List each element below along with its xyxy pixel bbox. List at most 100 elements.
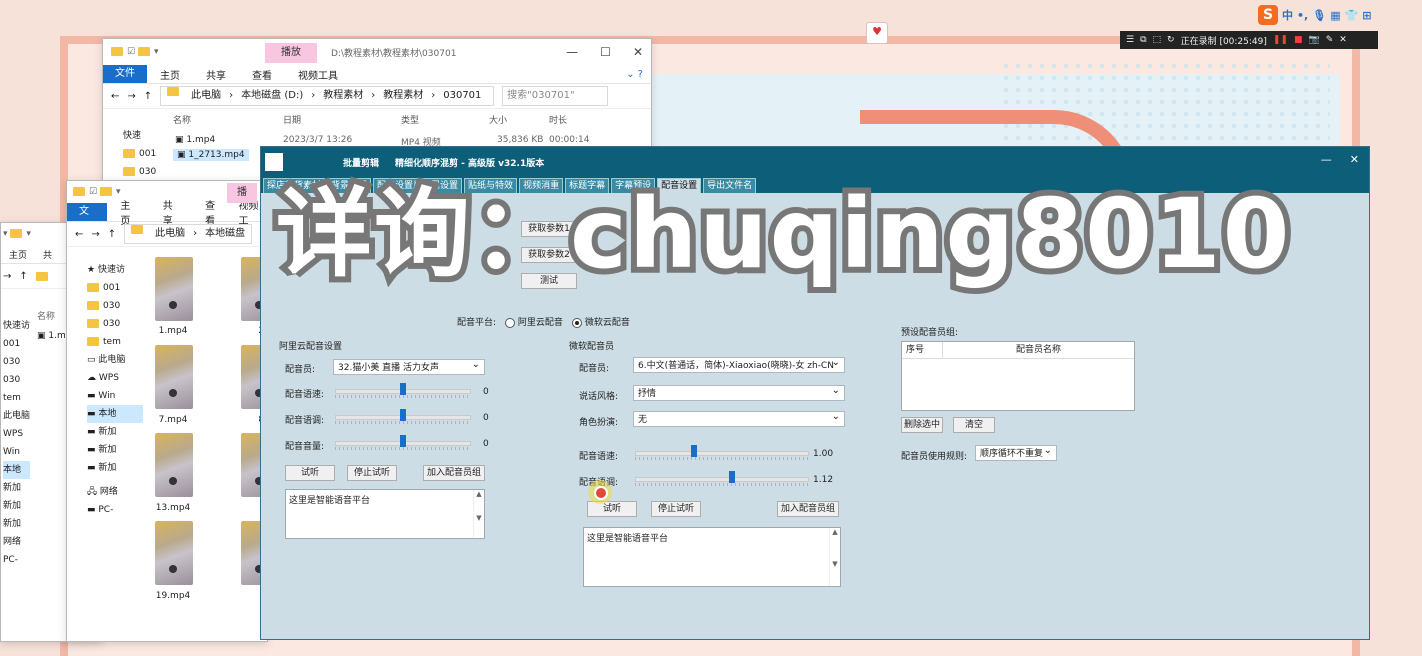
aliyun-speed-slider[interactable] xyxy=(335,383,471,399)
pause-icon[interactable]: ❚❚ xyxy=(1273,35,1288,45)
crumb[interactable]: 030701 xyxy=(443,87,481,105)
nav-item[interactable]: 001 xyxy=(123,145,156,163)
tab-share[interactable]: 共享 xyxy=(193,67,239,82)
search-input[interactable]: 搜索"030701" xyxy=(502,86,609,106)
video-thumbnail[interactable] xyxy=(155,345,193,409)
thumb-label[interactable]: 1.mp4 xyxy=(143,326,203,336)
ms-pitch-slider[interactable] xyxy=(635,471,809,487)
video-thumbnail[interactable] xyxy=(155,521,193,585)
camera-icon[interactable]: 📷 xyxy=(1309,35,1320,45)
preset-grid[interactable]: 序号 配音员名称 xyxy=(901,341,1135,411)
aliyun-pitch-slider[interactable] xyxy=(335,409,471,425)
scrollbar[interactable]: ▲ ▼ xyxy=(473,490,484,538)
file-name[interactable]: ▣ 1.mp4 xyxy=(175,135,215,145)
nav-item[interactable]: 030 xyxy=(87,297,143,315)
tab-file[interactable]: 文件 xyxy=(103,65,147,83)
nav-item[interactable]: 快速访 xyxy=(3,317,30,335)
radio-aliyun[interactable] xyxy=(504,317,515,328)
nav-item[interactable]: 030 xyxy=(87,315,143,333)
video-thumbnail[interactable] xyxy=(155,433,193,497)
sogou-icon[interactable]: S xyxy=(1258,5,1278,25)
nav-item[interactable]: 001 xyxy=(3,335,30,353)
up-icon[interactable]: ↑ xyxy=(19,271,27,282)
tab-video-tools[interactable]: 视频工具 xyxy=(285,67,351,82)
ctx-tab-play[interactable]: 播放 xyxy=(265,43,317,63)
nav-item[interactable]: 001 xyxy=(87,279,143,297)
nav-item[interactable]: 030 xyxy=(3,371,30,389)
ms-add-group-button[interactable]: 加入配音员组 xyxy=(777,501,839,517)
nav-item[interactable]: 030 xyxy=(123,163,156,181)
nav-item[interactable]: tem xyxy=(87,333,143,351)
crumb[interactable]: 此电脑 xyxy=(191,87,221,105)
crumb[interactable]: 教程素材 xyxy=(383,87,423,105)
ime-toolbar[interactable]: S 中 •, 🎙 ▦ 👕 ⊞ xyxy=(1258,4,1394,26)
nav-item[interactable]: ☁ WPS xyxy=(87,369,143,387)
nav-item[interactable]: 🖧 网络 xyxy=(87,483,143,501)
tab-share[interactable]: 共 xyxy=(35,248,60,261)
skin-icon[interactable]: 👕 xyxy=(1345,9,1359,22)
ms-stop-button[interactable]: 停止试听 xyxy=(651,501,701,517)
window-icon[interactable]: ⧉ xyxy=(1140,35,1146,45)
nav-item[interactable]: 快速 xyxy=(123,127,156,145)
col-index[interactable]: 序号 xyxy=(902,342,943,358)
aliyun-listen-button[interactable]: 试听 xyxy=(285,465,335,481)
aliyun-volume-slider[interactable] xyxy=(335,435,471,451)
delete-selected-button[interactable]: 删除选中 xyxy=(901,417,943,433)
ms-speed-slider[interactable] xyxy=(635,445,809,461)
refresh-icon[interactable]: ↻ xyxy=(1167,35,1175,45)
ctx-tab-play[interactable]: 播 xyxy=(227,183,257,203)
radio-ms[interactable] xyxy=(571,317,582,328)
col-duration[interactable]: 时长 xyxy=(549,113,567,126)
rule-select[interactable]: 顺序循环不重复 xyxy=(975,445,1057,461)
stop-icon[interactable]: ■ xyxy=(1294,35,1303,45)
crumb[interactable]: 本地磁盘 (D:) xyxy=(241,87,303,105)
nav-item[interactable]: ▬ 新加 xyxy=(87,423,143,441)
nav-item[interactable]: 新加 xyxy=(3,479,30,497)
nav-item[interactable]: 030 xyxy=(3,353,30,371)
minimize-icon[interactable]: — xyxy=(566,45,578,59)
nav-item[interactable]: ▬ Win xyxy=(87,387,143,405)
nav-item[interactable]: ▬ 新加 xyxy=(87,441,143,459)
col-size[interactable]: 大小 xyxy=(489,113,507,126)
nav-item[interactable]: Win xyxy=(3,443,30,461)
back-icon[interactable]: ← xyxy=(111,91,119,102)
shirt-icon[interactable]: ♥ xyxy=(866,22,888,44)
close-icon[interactable]: ✕ xyxy=(633,45,643,59)
nav-item[interactable]: ▬ PC- xyxy=(87,501,143,519)
forward-icon[interactable]: → xyxy=(91,229,99,240)
up-icon[interactable]: ↑ xyxy=(108,229,116,240)
aliyun-voice-select[interactable]: 32.猫小美 直播 活力女声 xyxy=(333,359,485,375)
nav-item[interactable]: ▭ 此电脑 xyxy=(87,351,143,369)
scrollbar[interactable]: ▲ ▼ xyxy=(829,528,840,586)
thumb-label[interactable]: 13.mp4 xyxy=(143,503,203,513)
mic-icon[interactable]: 🎙 xyxy=(1312,9,1326,22)
crumb[interactable]: 教程素材 xyxy=(323,87,363,105)
menu-icon[interactable]: ☰ xyxy=(1126,35,1134,45)
col-date[interactable]: 日期 xyxy=(283,113,301,126)
close-icon[interactable]: ✕ xyxy=(1350,153,1359,166)
nav-item[interactable]: 新加 xyxy=(3,497,30,515)
tab-view[interactable]: 查看 xyxy=(239,67,285,82)
nav-item[interactable]: ▬ 本地 xyxy=(87,405,143,423)
back-icon[interactable]: ← xyxy=(75,229,83,240)
region-icon[interactable]: ⬚ xyxy=(1153,35,1162,45)
col-voice-name[interactable]: 配音员名称 xyxy=(943,342,1134,358)
aliyun-stop-button[interactable]: 停止试听 xyxy=(347,465,397,481)
radio-ms-label[interactable]: 微软云配音 xyxy=(585,318,630,328)
aliyun-text-area[interactable]: 这里是智能语音平台 ▲ ▼ xyxy=(285,489,485,539)
file-name[interactable]: ▣ 1.m xyxy=(37,331,66,341)
thumb-label[interactable]: 7.mp4 xyxy=(143,415,203,425)
tab-home[interactable]: 主页 xyxy=(1,248,35,261)
nav-item[interactable]: ▬ 新加 xyxy=(87,459,143,477)
nav-item[interactable]: 新加 xyxy=(3,515,30,533)
nav-item[interactable]: tem xyxy=(3,389,30,407)
punct-icon[interactable]: •, xyxy=(1297,9,1308,22)
col-type[interactable]: 类型 xyxy=(401,113,419,126)
nav-item[interactable]: WPS xyxy=(3,425,30,443)
clear-button[interactable]: 清空 xyxy=(953,417,995,433)
breadcrumb[interactable]: 此电脑 › 本地磁盘 (D:) › 教程素材 › 教程素材 › 030701 xyxy=(160,86,495,106)
help-icon[interactable]: ⌄ ? xyxy=(626,69,643,80)
nav-item[interactable]: PC- xyxy=(3,551,30,569)
nav-item[interactable]: 本地 xyxy=(3,461,31,479)
ms-listen-button[interactable]: 试听 xyxy=(587,501,637,517)
